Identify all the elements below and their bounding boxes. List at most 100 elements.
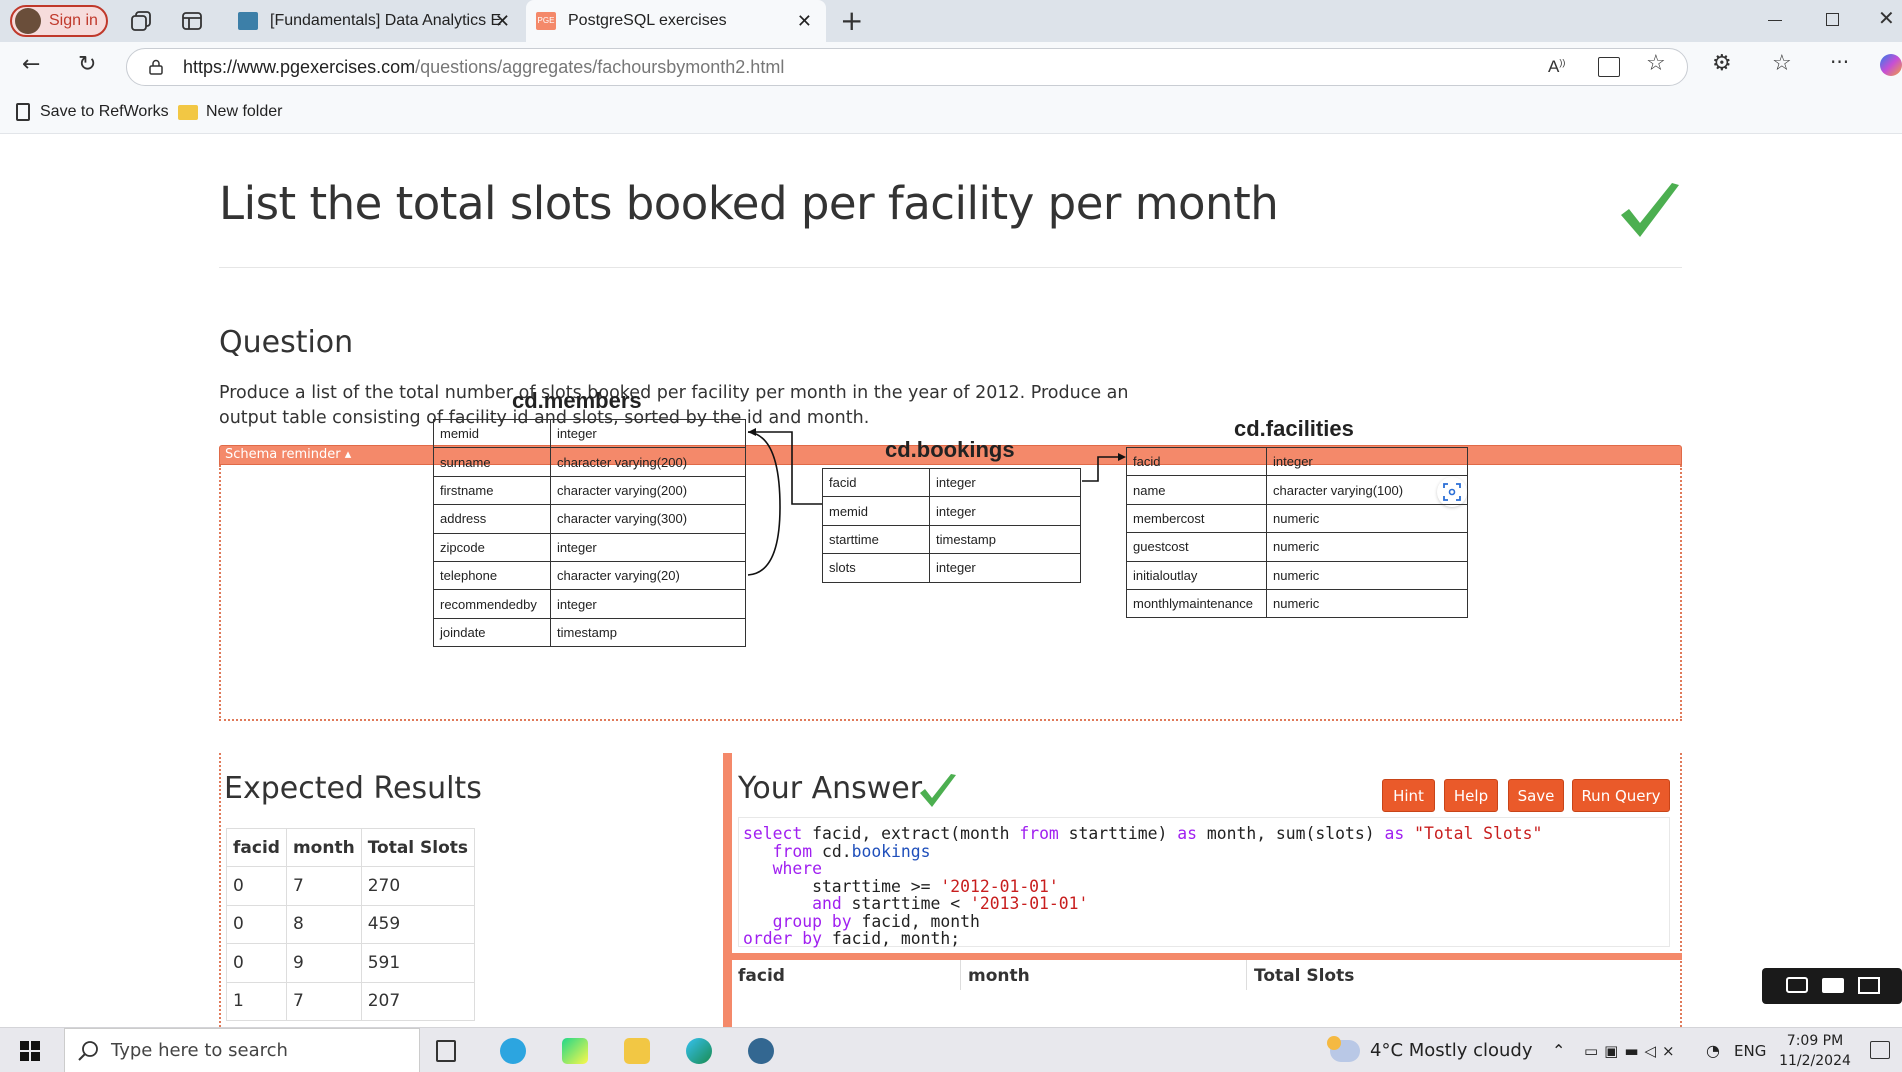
pycharm-icon[interactable] (562, 1038, 588, 1064)
close-tab-icon[interactable]: ✕ (495, 11, 510, 32)
sign-in-button[interactable]: Sign in (10, 5, 108, 37)
tab-actions-icon[interactable] (182, 11, 202, 31)
relationship-lines (747, 428, 1126, 576)
window-capture-icon[interactable] (1858, 977, 1880, 994)
back-arrow-icon[interactable]: ← (22, 52, 40, 77)
show-hidden-icons[interactable]: ⌃ (1552, 1028, 1565, 1072)
tab-title: [Fundamentals] Data Analytics En (270, 12, 502, 29)
column-name: initialoutlay (1126, 560, 1267, 590)
bookmark-save-to-refworks[interactable]: Save to RefWorks (16, 103, 169, 121)
lock-icon[interactable] (149, 59, 163, 75)
wifi-icon[interactable]: ◔ (1706, 1028, 1720, 1072)
close-window-icon[interactable]: ✕ (1878, 6, 1895, 30)
system-tray-icons[interactable]: ▭▣▬◁× (1584, 1028, 1681, 1072)
bookmark-label: Save to RefWorks (40, 103, 169, 120)
code-line: order by facid, month; (743, 929, 961, 948)
tab-postgresql-exercises[interactable]: PGE PostgreSQL exercises ✕ (526, 0, 826, 42)
table-row: 0 8 459 (226, 904, 476, 944)
read-aloud-icon[interactable]: A)) (1548, 57, 1565, 77)
column-header: Total Slots (360, 828, 476, 867)
telegram-icon[interactable] (500, 1038, 526, 1064)
windows-start-icon[interactable] (20, 1041, 40, 1061)
members-table-title: cd.members (512, 388, 642, 413)
code-line: from cd.bookings (772, 841, 931, 861)
pge-favicon-icon: PGE (536, 12, 556, 30)
search-placeholder: Type here to search (111, 1040, 288, 1061)
column-separator (960, 960, 961, 990)
immersive-reader-icon[interactable] (1598, 57, 1620, 77)
column-name: monthlymaintenance (1126, 588, 1267, 619)
query-results-header: facid month Total Slots (732, 960, 1682, 990)
taskbar-search-box[interactable]: Type here to search (64, 1028, 420, 1072)
video-icon[interactable] (1822, 978, 1844, 993)
help-button[interactable]: Help (1444, 779, 1498, 812)
book-icon (238, 12, 258, 30)
table-cell: 1 (226, 981, 287, 1021)
url-host: https://www.pgexercises.com (183, 56, 416, 77)
screen-recorder-toolbar[interactable] (1762, 968, 1902, 1004)
copilot-icon[interactable] (1880, 54, 1902, 76)
restore-icon[interactable] (1826, 13, 1839, 26)
code-line: and starttime < '2013-01-01' (812, 894, 1089, 913)
favorite-star-icon[interactable]: ☆ (1646, 51, 1666, 76)
pane-splitter[interactable] (723, 753, 732, 1027)
extensions-icon[interactable]: ⚙ (1712, 51, 1732, 76)
tab-fundamentals[interactable]: [Fundamentals] Data Analytics En ✕ (228, 0, 524, 42)
camera-icon[interactable] (1786, 977, 1808, 993)
file-explorer-icon[interactable] (624, 1038, 650, 1064)
new-tab-icon[interactable]: + (840, 4, 863, 37)
column-name: recommendedby (433, 589, 551, 619)
tab-title: PostgreSQL exercises (568, 12, 727, 29)
column-type: character varying(300) (550, 504, 746, 534)
language-indicator[interactable]: ENG (1734, 1028, 1766, 1072)
table-row: 1 7 207 (226, 981, 476, 1021)
code-line: starttime >= '2012-01-01' (743, 876, 1059, 896)
close-tab-icon[interactable]: ✕ (797, 11, 812, 32)
page-scrollbar[interactable] (1892, 135, 1902, 1027)
sql-editor[interactable]: select facid, extract(month from startti… (738, 817, 1670, 947)
save-button[interactable]: Save (1508, 779, 1564, 812)
table-cell: 591 (360, 943, 476, 983)
refresh-icon[interactable]: ↻ (78, 52, 96, 77)
result-column-month: month (968, 966, 1030, 986)
favorites-icon[interactable]: ☆ (1772, 51, 1792, 76)
schema-row: firstname character varying(200) (433, 475, 746, 506)
notifications-icon[interactable] (1870, 1041, 1890, 1059)
column-name: surname (433, 447, 551, 477)
table-cell: 0 (226, 943, 287, 983)
workspaces-icon[interactable] (130, 10, 152, 32)
profile-avatar (15, 8, 41, 34)
column-name: guestcost (1126, 532, 1267, 562)
browser-toolbar: ← ↻ https://www.pgexercises.com/question… (0, 42, 1902, 94)
schema-row: membercost numeric (1126, 503, 1468, 534)
postgresql-icon[interactable] (748, 1038, 774, 1064)
schema-row: name character varying(100) (1126, 475, 1468, 505)
weather-widget[interactable]: 4°C Mostly cloudy (1327, 1028, 1533, 1072)
column-name: address (433, 504, 551, 534)
results-divider[interactable] (732, 953, 1682, 960)
column-type: character varying(200) (550, 447, 746, 477)
search-icon (77, 1040, 99, 1067)
your-answer-heading: Your Answer (738, 771, 923, 806)
column-name: name (1126, 475, 1267, 505)
expected-results-table: facid month Total Slots 0 7 270 0 8 459 0 9 591 1 7 2… (226, 828, 476, 1021)
column-type: integer (1266, 446, 1468, 477)
schema-row: recommendedby integer (433, 589, 746, 619)
task-view-icon[interactable] (436, 1040, 456, 1062)
schema-row: guestcost numeric (1126, 532, 1468, 562)
more-menu-icon[interactable]: ··· (1830, 50, 1849, 74)
column-name: firstname (433, 475, 551, 506)
column-type: integer (550, 532, 746, 562)
table-cell: 0 (226, 866, 287, 906)
clock[interactable]: 7:09 PM 11/2/2024 (1770, 1031, 1860, 1071)
run-query-button[interactable]: Run Query (1572, 779, 1670, 812)
column-type: numeric (1266, 560, 1468, 590)
edge-browser-icon[interactable] (686, 1038, 712, 1064)
hint-button[interactable]: Hint (1382, 779, 1435, 812)
column-type: integer (550, 418, 746, 449)
address-bar[interactable]: https://www.pgexercises.com/questions/ag… (126, 48, 1688, 86)
column-type: character varying(100) (1266, 475, 1468, 505)
bookmark-new-folder[interactable]: New folder (178, 103, 282, 121)
minimize-icon[interactable] (1768, 20, 1782, 21)
answer-checkmark-icon (918, 773, 958, 813)
